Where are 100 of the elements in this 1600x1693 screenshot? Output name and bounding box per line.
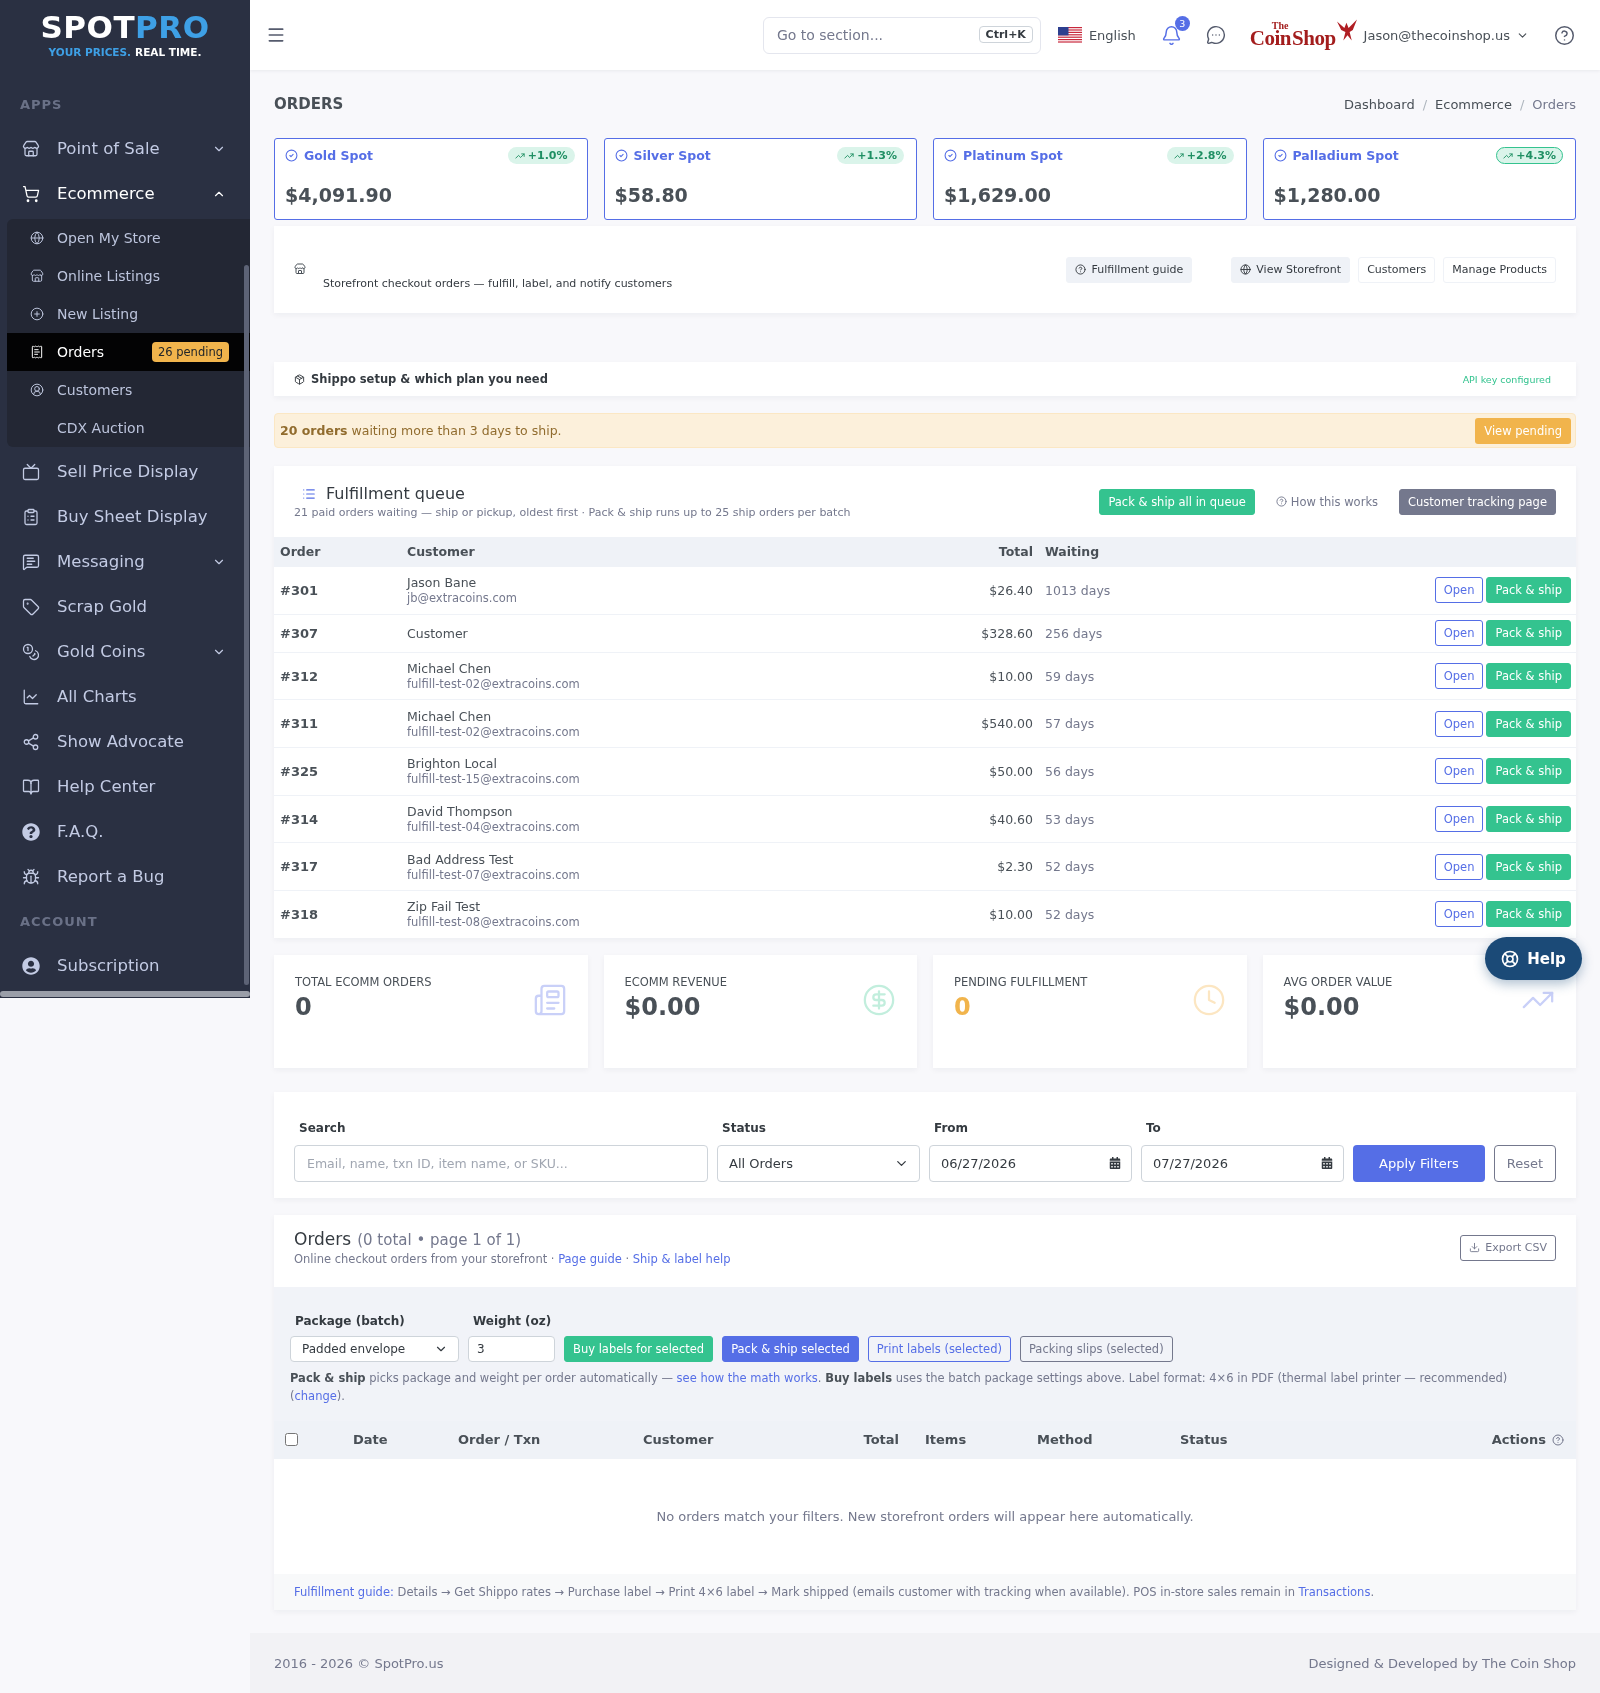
column-header: Order / Txn	[457, 1432, 542, 1448]
text-link[interactable]: Page guide	[558, 1252, 622, 1267]
sidebar-item[interactable]: Gold Coins	[0, 629, 250, 674]
column-header: Status	[1179, 1432, 1229, 1448]
help-button[interactable]	[1554, 24, 1575, 46]
customer-email: fulfill-test-04@extracoins.com	[407, 820, 581, 836]
sidebar-item[interactable]: Report a Bug	[0, 854, 250, 899]
breadcrumb-link[interactable]: Ecommerce	[1435, 96, 1512, 112]
open-button[interactable]: Open	[1434, 806, 1484, 833]
customer-email: fulfill-test-08@extracoins.com	[407, 915, 581, 931]
sidebar-item[interactable]: Sell Price Display	[0, 449, 250, 494]
open-button[interactable]: Open	[1434, 620, 1484, 647]
sidebar-item[interactable]: Scrap Gold	[0, 584, 250, 629]
user-menu-button[interactable]: Jason@thecoinshop.us	[1363, 27, 1529, 43]
line-chart-icon	[22, 687, 40, 706]
open-button[interactable]: Open	[1434, 901, 1484, 928]
reset-button[interactable]: Reset	[1494, 1144, 1556, 1182]
help-link[interactable]: How this works	[1266, 488, 1388, 515]
sidebar-item[interactable]: Point of Sale	[0, 126, 250, 171]
waiting-time: 53 days	[1044, 811, 1096, 827]
metal-name: Palladium Spot	[1292, 148, 1399, 163]
alert-message: 20 orders waiting more than 3 days to ship.	[280, 423, 562, 438]
package-select[interactable]: Padded envelope	[290, 1335, 459, 1362]
sidebar-item[interactable]: Messaging	[0, 539, 250, 584]
date-field[interactable]: 06/27/2026	[929, 1144, 1132, 1182]
spot-price: $4,091.90	[285, 184, 393, 206]
bird-icon	[1336, 19, 1357, 41]
sidebar-item[interactable]: Buy Sheet Display	[0, 494, 250, 539]
sidebar-item[interactable]: F.A.Q.	[0, 809, 250, 854]
card-title: Orders	[294, 1229, 352, 1250]
bell-icon	[1160, 24, 1182, 46]
help-button[interactable]: Help	[1485, 937, 1582, 980]
sidebar-subitem[interactable]: Customers	[7, 371, 250, 409]
sidebar-subitem[interactable]: CDX Auction	[7, 409, 250, 447]
coins-icon	[22, 642, 40, 661]
batch-button[interactable]: Print labels (selected)	[867, 1335, 1011, 1362]
text-link[interactable]: see how the math works	[676, 1370, 818, 1385]
export-csv-button[interactable]: Export CSV	[1460, 1234, 1556, 1261]
company-logo-text: Coin	[1249, 28, 1292, 49]
chat-icon	[1205, 25, 1226, 45]
open-button[interactable]: Open	[1434, 853, 1484, 880]
storefront-button[interactable]: Fulfillment guide	[1066, 256, 1193, 283]
queue-button[interactable]: Customer tracking page	[1399, 488, 1556, 515]
messages-button[interactable]	[1205, 25, 1226, 45]
breadcrumb-link[interactable]: Dashboard	[1344, 96, 1415, 112]
order-number: #307	[279, 625, 320, 641]
batch-button[interactable]: Packing slips (selected)	[1019, 1335, 1173, 1362]
status-select[interactable]: All Orders	[717, 1144, 920, 1182]
weight-input[interactable]: 3	[468, 1335, 555, 1362]
order-total: $540.00	[980, 716, 1034, 732]
open-button[interactable]: Open	[1434, 577, 1484, 604]
text-link[interactable]: Fulfillment guide:	[294, 1584, 394, 1599]
list-icon	[302, 486, 316, 501]
menu-section-title: ACCOUNT	[19, 912, 99, 931]
sidebar-item[interactable]: Show Advocate	[0, 719, 250, 764]
order-total: $10.00	[988, 906, 1034, 922]
user-circle-icon	[30, 383, 44, 397]
calendar-icon	[1109, 1157, 1121, 1170]
storefront-button[interactable]: Customers	[1358, 256, 1436, 283]
customer-email: fulfill-test-02@extracoins.com	[407, 677, 581, 693]
help-icon	[1075, 264, 1087, 275]
storefront-button[interactable]: Manage Products	[1443, 256, 1556, 283]
sidebar-subitem[interactable]: Online Listings	[7, 257, 250, 295]
language-button[interactable]: English	[1057, 27, 1136, 43]
horizontal-scrollbar[interactable]	[0, 991, 250, 997]
menu-button[interactable]	[266, 25, 286, 45]
breadcrumb-separator: /	[1422, 96, 1428, 112]
open-button[interactable]: Open	[1434, 758, 1484, 785]
order-number: #317	[279, 859, 320, 875]
company-logo-text: Shop	[1292, 28, 1336, 49]
customer-email: fulfill-test-02@extracoins.com	[407, 724, 581, 740]
text-link[interactable]: change	[294, 1388, 337, 1403]
sidebar-item[interactable]: All Charts	[0, 674, 250, 719]
batch-button[interactable]: Pack & ship selected	[722, 1335, 859, 1362]
field-label: Status	[721, 1119, 767, 1137]
sidebar-item[interactable]: Help Center	[0, 764, 250, 809]
shippo-bar[interactable]: Shippo setup & which plan you need API key configured	[274, 362, 1576, 396]
sidebar-subitem[interactable]: Orders 26 pending	[7, 333, 250, 371]
notifications-button[interactable]	[1160, 24, 1182, 46]
column-header: Order	[279, 544, 322, 559]
storefront-button[interactable]: View Storefront	[1231, 256, 1351, 283]
sidebar-item[interactable]: Subscription	[0, 943, 250, 988]
sidebar-subitem[interactable]: Open My Store	[7, 219, 250, 257]
vertical-scrollbar[interactable]	[244, 265, 249, 985]
open-button[interactable]: Open	[1434, 710, 1484, 737]
column-header: Date	[352, 1432, 389, 1448]
apply-filters-button[interactable]: Apply Filters	[1353, 1144, 1485, 1182]
sidebar-item[interactable]: Ecommerce	[0, 171, 250, 216]
select-all-checkbox[interactable]	[285, 1433, 298, 1447]
search-field[interactable]: Email, name, txn ID, item name, or SKU...	[294, 1144, 708, 1182]
store-icon	[30, 269, 44, 283]
percent-change: +4.3%	[1516, 149, 1556, 162]
order-total: $10.00	[988, 668, 1034, 684]
order-number: #301	[279, 582, 320, 598]
date-field[interactable]: 07/27/2026	[1141, 1144, 1344, 1182]
sidebar-subitem[interactable]: New Listing	[7, 295, 250, 333]
text-link[interactable]: Ship & label help	[632, 1252, 731, 1267]
book-icon	[22, 777, 40, 796]
open-button[interactable]: Open	[1434, 663, 1484, 690]
cart-icon	[22, 184, 40, 203]
